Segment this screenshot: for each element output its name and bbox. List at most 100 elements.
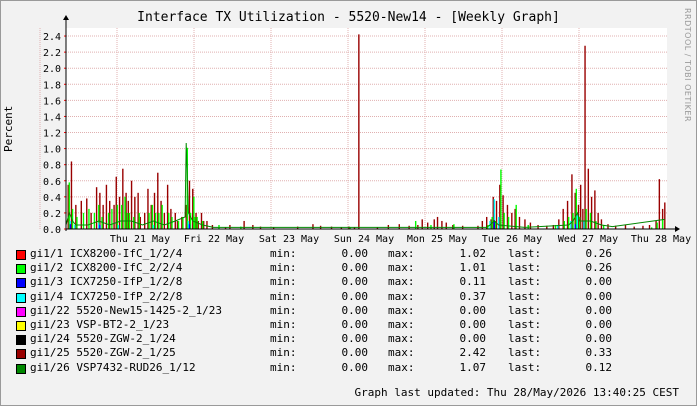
legend-last-value: 0.33 — [585, 346, 613, 360]
x-tick-label: Sun 24 May — [334, 234, 394, 245]
x-tick-label: Thu 21 May — [110, 234, 170, 245]
x-tick-label: Tue 26 May — [482, 234, 542, 245]
legend-min-value: 0.00 — [341, 289, 369, 303]
legend-min-value: 0.00 — [341, 303, 369, 317]
legend-row: gi1/23 VSP-BT2-2_1/23 min: 0.00 max: 0.00 las… — [16, 318, 636, 333]
legend-swatch — [16, 278, 26, 289]
legend-row: gi1/22 5520-New15-1425-2_1/23 min: 0.00 max… — [16, 304, 636, 319]
legend-max-label: max: — [388, 303, 415, 317]
legend-min-value: 0.00 — [341, 261, 369, 275]
legend-swatch — [16, 306, 26, 317]
legend-last-label: last: — [508, 275, 542, 289]
legend-swatch — [16, 363, 26, 374]
legend-min-label: min: — [270, 346, 297, 360]
legend-series-name: gi1/1 ICX8200-IfC_1/2/4 — [30, 247, 183, 260]
legend-max-label: max: — [388, 332, 415, 346]
legend-series-name: gi1/24 5520-ZGW-2_1/24 — [30, 332, 176, 346]
y-tick-label: 0.0 — [43, 225, 61, 236]
legend-row: gi1/1 ICX8200-IfC_1/2/4 min: 0.00 max: 1.02 l… — [16, 247, 636, 262]
legend-swatch — [16, 321, 26, 331]
y-tick-label: 2.4 — [43, 32, 61, 43]
legend-last-label: last: — [508, 247, 542, 260]
y-axis-arrow — [63, 15, 69, 20]
legend-max-value: 1.01 — [459, 261, 487, 275]
legend-last-value: 0.00 — [585, 332, 613, 346]
y-tick-label: 0.2 — [43, 209, 61, 220]
legend-last-label: last: — [508, 289, 542, 303]
legend-min-value: 0.00 — [341, 247, 369, 260]
y-tick-label: 1.6 — [43, 96, 61, 107]
legend-row: gi1/3 ICX7250-IfP_1/2/8 min: 0.00 max: 0.11 l… — [16, 275, 636, 290]
legend-last-value: 0.00 — [585, 318, 613, 331]
legend-series-name: gi1/3 ICX7250-IfP_1/2/8 — [30, 275, 183, 289]
legend-min-value: 0.00 — [341, 318, 369, 331]
legend-series-name: gi1/22 5520-New15-1425-2_1/23 — [30, 303, 223, 317]
legend-max-label: max: — [388, 360, 415, 374]
legend-max-value: 0.37 — [459, 289, 487, 303]
legend-last-label: last: — [508, 346, 542, 360]
legend-max-label: max: — [388, 247, 415, 260]
legend-last-value: 0.00 — [585, 289, 613, 303]
legend-row: gi1/26 VSP7432-RUD26_1/12 min: 0.00 max: 1.0… — [16, 361, 636, 376]
y-tick-label: 1.8 — [43, 80, 61, 91]
x-tick-label: Sat 23 May — [259, 234, 319, 245]
legend-row: gi1/2 ICX8200-IfC_2/2/4 min: 0.00 max: 1.01 l… — [16, 261, 636, 276]
legend-max-value: 0.00 — [459, 318, 487, 331]
legend-max-value: 0.00 — [459, 332, 487, 346]
legend-swatch — [16, 349, 26, 360]
x-tick-label: Wed 27 May — [558, 234, 618, 245]
legend-min-label: min: — [270, 303, 297, 317]
x-tick-label: Fri 22 May — [184, 234, 244, 245]
legend-swatch — [16, 250, 26, 260]
legend-last-value: 0.00 — [585, 275, 613, 289]
last-updated-text: Graph last updated: Thu 28/May/2026 13:4… — [354, 386, 679, 399]
legend-series-name: gi1/23 VSP-BT2-2_1/23 — [30, 318, 170, 331]
legend-last-value: 0.26 — [585, 261, 613, 275]
legend-swatch — [16, 335, 26, 346]
legend-max-value: 0.11 — [459, 275, 487, 289]
legend-max-label: max: — [388, 275, 415, 289]
y-tick-label: 1.2 — [43, 129, 61, 140]
legend-max-value: 1.07 — [459, 360, 487, 374]
y-tick-label: 1.0 — [43, 145, 61, 156]
y-tick-label: 1.4 — [43, 112, 61, 123]
x-axis-arrow — [675, 226, 680, 232]
legend-series-name: gi1/25 5520-ZGW-2_1/25 — [30, 346, 176, 360]
legend-min-label: min: — [270, 318, 297, 331]
legend-max-value: 0.00 — [459, 303, 487, 317]
y-tick-label: 2.0 — [43, 64, 61, 75]
legend-max-value: 2.42 — [459, 346, 487, 360]
legend-last-value: 0.12 — [585, 360, 613, 374]
legend-series-name: gi1/26 VSP7432-RUD26_1/12 — [30, 360, 196, 374]
legend-min-label: min: — [270, 289, 297, 303]
legend-swatch — [16, 264, 26, 275]
legend-max-label: max: — [388, 261, 415, 275]
y-tick-label: 0.6 — [43, 177, 61, 188]
legend-series-name: gi1/4 ICX7250-IfP_2/2/8 — [30, 289, 183, 303]
legend-last-label: last: — [508, 332, 542, 346]
legend-min-value: 0.00 — [341, 346, 369, 360]
legend-last-label: last: — [508, 360, 542, 374]
legend-min-value: 0.00 — [341, 275, 369, 289]
legend-swatch — [16, 292, 26, 303]
legend-row: gi1/25 5520-ZGW-2_1/25 min: 0.00 max: 2.42 la… — [16, 346, 636, 361]
legend-max-label: max: — [388, 318, 415, 331]
legend-min-value: 0.00 — [341, 332, 369, 346]
legend-max-label: max: — [388, 289, 415, 303]
legend-last-label: last: — [508, 318, 542, 331]
legend-min-value: 0.00 — [341, 360, 369, 374]
legend-min-label: min: — [270, 261, 297, 275]
x-tick-label: Mon 25 May — [407, 234, 467, 245]
legend-max-value: 1.02 — [459, 247, 487, 260]
legend-last-value: 0.26 — [585, 247, 613, 260]
legend-min-label: min: — [270, 247, 297, 260]
legend-min-label: min: — [270, 275, 297, 289]
y-tick-label: 0.8 — [43, 161, 61, 172]
x-tick-label: Thu 28 May — [631, 234, 691, 245]
legend-series-name: gi1/2 ICX8200-IfC_2/2/4 — [30, 261, 183, 275]
legend-last-value: 0.00 — [585, 303, 613, 317]
legend-row: gi1/24 5520-ZGW-2_1/24 min: 0.00 max: 0.00 la… — [16, 332, 636, 347]
y-tick-label: 2.2 — [43, 48, 61, 59]
legend-min-label: min: — [270, 360, 297, 374]
legend-row: gi1/4 ICX7250-IfP_2/2/8 min: 0.00 max: 0.37 l… — [16, 290, 636, 305]
